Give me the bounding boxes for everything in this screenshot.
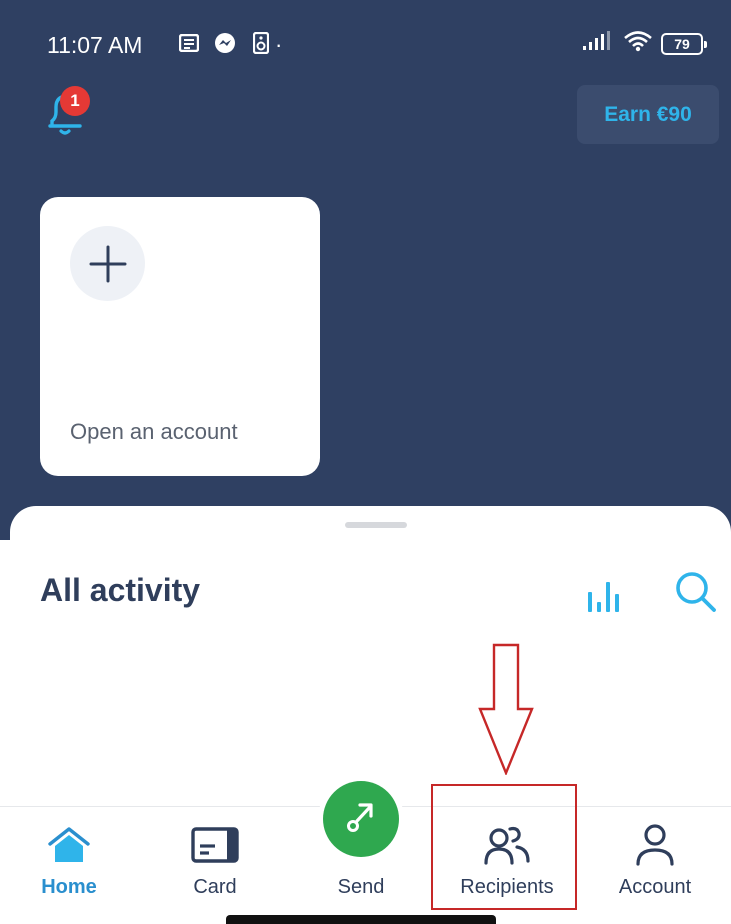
nav-label-send: Send [337, 876, 385, 898]
nav-label-account: Account [618, 876, 692, 898]
earn-referral-button[interactable]: Earn €90 [577, 85, 719, 144]
person-icon [634, 823, 676, 867]
notes-icon [178, 32, 200, 54]
nav-label-home: Home [41, 876, 97, 898]
home-icon [48, 823, 90, 867]
card-icon [191, 823, 239, 867]
signal-icon [581, 31, 615, 56]
sheet-drag-handle[interactable] [345, 522, 407, 528]
status-right-icons: 79 [581, 30, 707, 57]
status-bar: 11:07 AM · 79 [0, 0, 731, 80]
wifi-icon [623, 30, 653, 57]
status-notification-icons [178, 32, 272, 54]
send-arrow-icon [343, 799, 379, 840]
annotation-arrow-icon [478, 643, 534, 777]
battery-icon: 79 [661, 32, 707, 55]
messenger-icon [214, 32, 236, 54]
nav-item-card[interactable]: Card [176, 807, 254, 924]
search-icon[interactable] [674, 570, 718, 614]
plus-icon [70, 226, 145, 301]
status-more-dot: · [275, 32, 283, 57]
status-time: 11:07 AM [47, 32, 143, 58]
home-indicator [226, 915, 496, 924]
recipients-highlight-box [431, 784, 577, 910]
open-account-label: Open an account [70, 419, 238, 444]
send-button[interactable] [323, 781, 399, 857]
nav-label-card: Card [193, 876, 237, 898]
open-account-card[interactable]: Open an account [40, 197, 320, 476]
nav-item-home[interactable]: Home [30, 807, 108, 924]
stats-icon[interactable] [586, 578, 622, 612]
speaker-icon [250, 32, 272, 54]
activity-title: All activity [40, 572, 201, 608]
notification-badge: 1 [60, 86, 90, 116]
nav-item-account[interactable]: Account [608, 807, 702, 924]
